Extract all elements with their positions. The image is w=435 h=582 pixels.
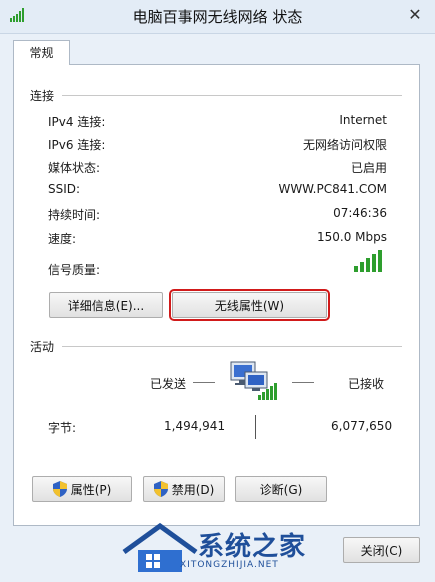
received-label: 已接收	[348, 377, 385, 391]
sent-label: 已发送	[150, 377, 187, 391]
connection-divider	[62, 95, 402, 96]
properties-button-label: 属性(P)	[70, 482, 112, 497]
ipv6-value: 无网络访问权限	[302, 138, 387, 152]
close-icon[interactable]: ✕	[403, 4, 427, 26]
uac-shield-icon	[153, 481, 168, 497]
bytes-label: 字节:	[48, 421, 77, 435]
disable-button[interactable]: 禁用(D)	[143, 476, 225, 502]
network-computers-icon	[230, 361, 277, 400]
close-button[interactable]: 关闭(C)	[343, 537, 420, 563]
diagnose-button[interactable]: 诊断(G)	[235, 476, 327, 502]
title-bar: 电脑百事网无线网络 状态 ✕	[0, 0, 435, 34]
ipv4-value: Internet	[339, 113, 387, 127]
disable-button-label: 禁用(D)	[171, 482, 215, 497]
signal-quality-label: 信号质量:	[48, 263, 101, 277]
ssid-label: SSID:	[48, 182, 81, 196]
activity-section-label: 活动	[30, 340, 55, 354]
duration-value: 07:46:36	[333, 206, 387, 220]
bytes-separator	[255, 415, 256, 439]
details-button[interactable]: 详细信息(E)...	[49, 292, 163, 318]
ipv4-label: IPv4 连接:	[48, 115, 106, 129]
duration-label: 持续时间:	[48, 208, 101, 222]
media-state-label: 媒体状态:	[48, 161, 101, 175]
media-state-value: 已启用	[350, 161, 387, 175]
speed-value: 150.0 Mbps	[316, 230, 387, 244]
ssid-value: WWW.PC841.COM	[278, 182, 387, 196]
speed-label: 速度:	[48, 232, 77, 246]
tab-general[interactable]: 常规	[13, 40, 70, 65]
watermark-subtitle: XITONGZHIJIA.NET	[180, 560, 279, 570]
watermark-logo: 系统之家 XITONGZHIJIA.NET	[120, 520, 330, 580]
properties-button[interactable]: 属性(P)	[32, 476, 132, 502]
connection-section-label: 连接	[30, 89, 55, 103]
watermark-title: 系统之家	[198, 532, 307, 562]
uac-shield-icon	[52, 481, 67, 497]
bytes-received-value: 6,077,650	[331, 419, 393, 433]
ipv6-label: IPv6 连接:	[48, 138, 106, 152]
window-title: 电脑百事网无线网络 状态	[132, 8, 303, 26]
activity-divider	[62, 346, 402, 347]
sent-line	[193, 382, 215, 383]
received-line	[292, 382, 314, 383]
signal-strength-icon	[354, 250, 382, 272]
bytes-sent-value: 1,494,941	[164, 419, 226, 433]
wireless-properties-button[interactable]: 无线属性(W)	[169, 289, 330, 321]
